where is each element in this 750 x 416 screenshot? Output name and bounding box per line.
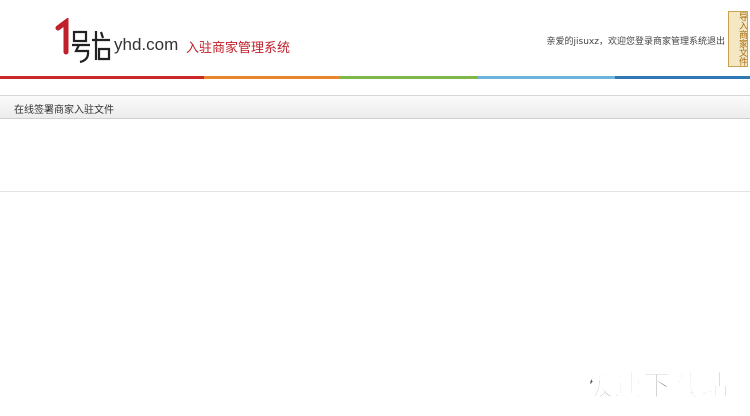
section-titlebar: 在线签署商家入驻文件 [0, 95, 750, 119]
greeting-text: 亲爱的jisuxz，欢迎您登录商家管理系统 [546, 37, 707, 47]
watermark: 极速下载站 [584, 369, 730, 403]
user-greeting: 亲爱的jisuxz，欢迎您登录商家管理系统退出 [547, 34, 725, 47]
logout-link[interactable]: 退出 [707, 37, 725, 47]
side-badge[interactable]: 导入商家文件 [728, 11, 748, 67]
system-name: 入驻商家管理系统 [186, 41, 291, 56]
stripe-blue [615, 76, 750, 79]
stripe-orange [204, 76, 340, 79]
page-title: 在线签署商家入驻文件 [14, 105, 114, 116]
content-panel [0, 119, 750, 192]
yhd-logo-icon [55, 18, 111, 64]
logo-domain: yhd.com [114, 35, 179, 54]
color-stripe [0, 76, 750, 79]
stripe-lightblue [478, 76, 615, 79]
logo[interactable]: yhd.com 入驻商家管理系统 [52, 18, 290, 64]
stripe-red [0, 76, 204, 79]
header: yhd.com 入驻商家管理系统 亲爱的jisuxz，欢迎您登录商家管理系统退出… [0, 0, 750, 76]
stripe-green [340, 76, 478, 79]
